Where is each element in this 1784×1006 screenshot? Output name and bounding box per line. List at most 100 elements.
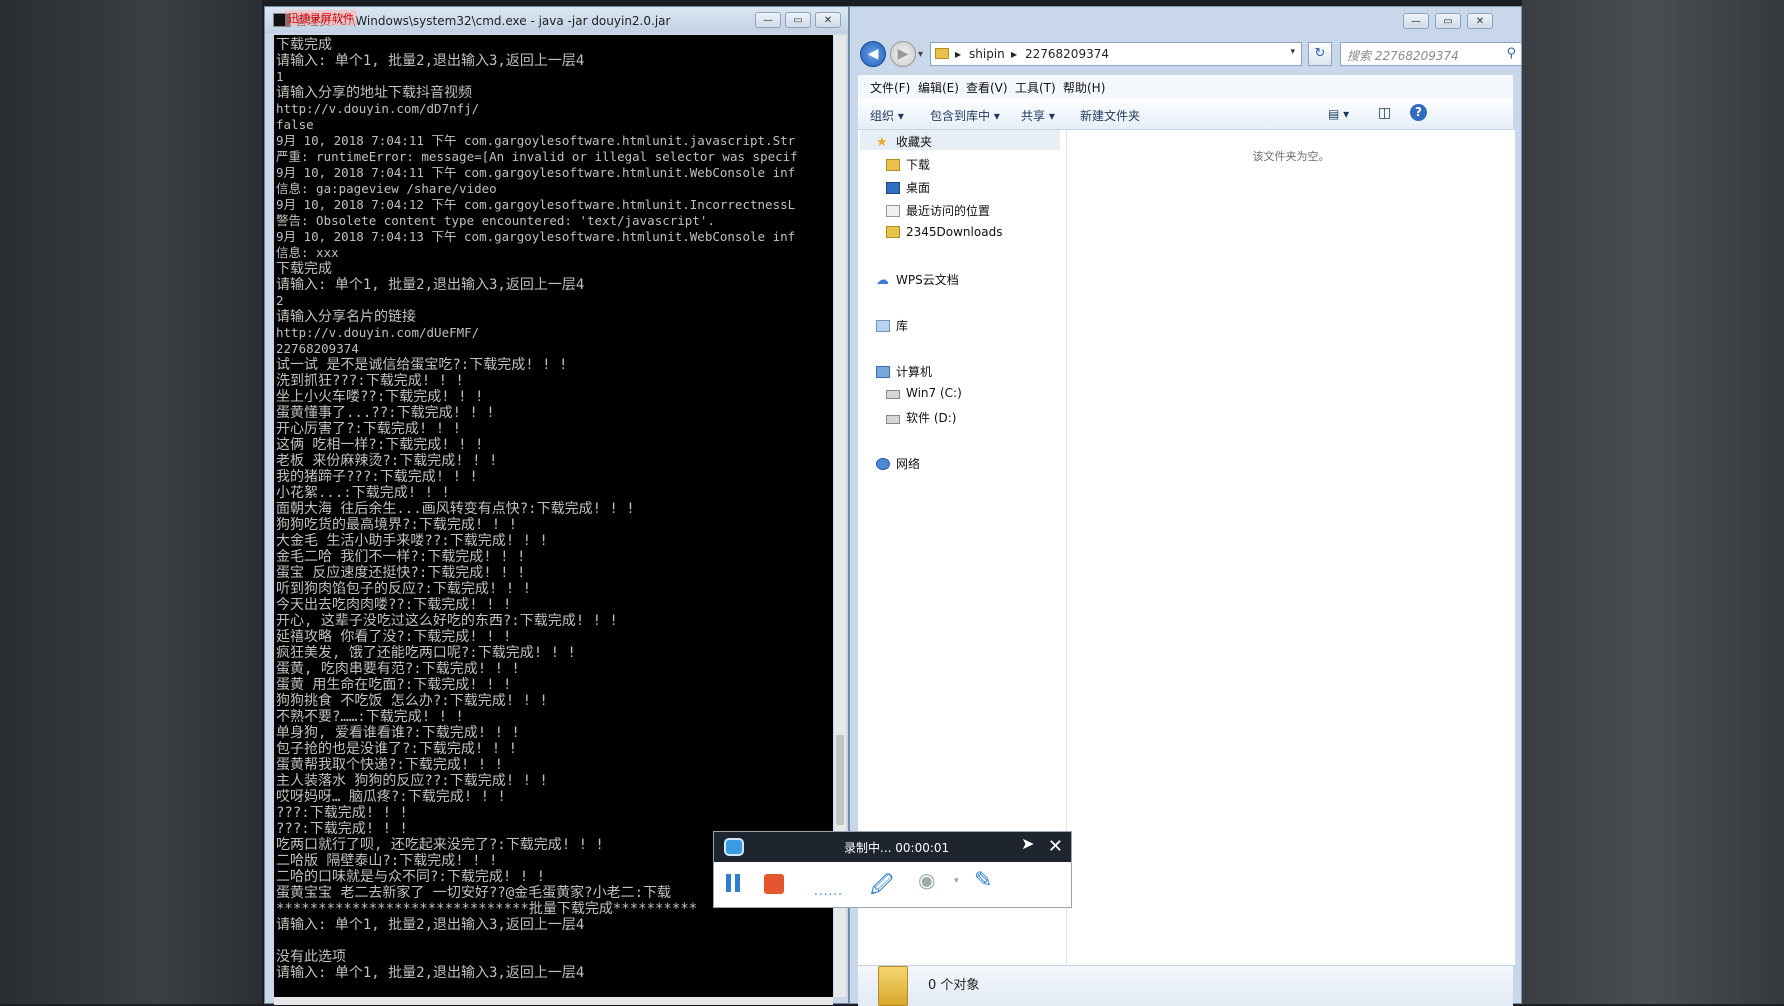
pause-button[interactable] (726, 872, 742, 896)
console-scroll-thumb[interactable] (836, 735, 844, 825)
sidebar-item-drive-d[interactable]: 软件 (D:) (886, 409, 956, 427)
explorer-minimize-button[interactable]: — (1403, 13, 1429, 29)
search-icon[interactable]: ⚲ (1506, 46, 1516, 61)
recorder-close-button[interactable]: ✕ (1048, 836, 1063, 857)
sidebar-item-downloads[interactable]: 下载 (886, 156, 930, 174)
console-line: http://v.douyin.com/dUeFMF/ (276, 325, 480, 340)
organize-button[interactable]: 组织 ▾ (870, 107, 904, 124)
console-line: 这俩 吃相一样?:下载完成! ! ! (276, 437, 484, 453)
mouse-cursor-icon: ➤ (1021, 834, 1035, 853)
breadcrumb-separator[interactable]: ▸ (1011, 47, 1017, 61)
console-line: 老板 来份麻辣烫?:下载完成! ! ! (276, 453, 498, 469)
console-line: 蛋黄 用生命在吃面?:下载完成! ! ! (276, 677, 512, 693)
console-line: 狗狗吃货的最高境界?:下载完成! ! ! (276, 517, 518, 533)
console-line: 蛋黄懂事了...??:下载完成! ! ! (276, 405, 495, 421)
screen-recorder-widget: 录制中... 00:00:01 ➤ ✕ ...... 🖉 ◉ ▾ ✎ (713, 831, 1072, 908)
breadcrumb-current-folder[interactable]: 22768209374 (1025, 47, 1109, 61)
webcam-dropdown-icon[interactable]: ▾ (954, 876, 959, 900)
cloud-icon: ☁ (876, 273, 889, 288)
console-line: 开心厉害了?:下载完成! ! ! (276, 421, 462, 437)
console-line: 小花絮...:下载完成! ! ! (276, 485, 450, 501)
console-line: 开心, 这辈子没吃过这么好吃的东西?:下载完成! ! ! (276, 613, 618, 629)
draw-tool[interactable]: ✎ (974, 868, 992, 893)
desktop-background-left (0, 0, 262, 1004)
recorder-watermark: 迅捷录屏软件 (285, 10, 357, 26)
breadcrumb-shipin[interactable]: shipin (969, 47, 1005, 61)
sidebar-item-2345downloads[interactable]: 2345Downloads (886, 225, 1002, 243)
console-line: 严重: runtimeError: message=[An invalid or… (276, 149, 798, 164)
recording-status: 录制中... 00:00:01 (844, 841, 950, 855)
sidebar-item-network[interactable]: 网络 (876, 455, 920, 473)
new-folder-button[interactable]: 新建文件夹 (1080, 107, 1140, 124)
console-line: 下载完成 (276, 37, 332, 53)
menu-tools[interactable]: 工具(T) (1015, 79, 1056, 96)
stop-button[interactable] (764, 874, 784, 894)
system-drive-icon (886, 390, 900, 399)
help-button[interactable]: ? (1410, 104, 1427, 121)
sidebar-item-wps-cloud[interactable]: ☁ WPS云文档 (876, 271, 959, 289)
console-line: 请输入分享名片的链接 (276, 309, 416, 325)
menu-help[interactable]: 帮助(H) (1063, 79, 1105, 96)
forward-button[interactable]: ▶ (890, 41, 916, 67)
sidebar-item-recent-places[interactable]: 最近访问的位置 (886, 202, 990, 220)
cmd-maximize-button[interactable]: ▭ (785, 12, 811, 28)
include-in-library-button[interactable]: 包含到库中 ▾ (930, 107, 1000, 124)
refresh-button[interactable]: ↻ (1308, 42, 1332, 66)
sidebar-item-favorites[interactable]: ★ 收藏夹 (876, 133, 932, 151)
command-toolbar: 组织 ▾ 包含到库中 ▾ 共享 ▾ 新建文件夹 ▤ ▾ ◫ ? (858, 99, 1513, 130)
sidebar-item-drive-c[interactable]: Win7 (C:) (886, 386, 962, 404)
preview-pane-button[interactable]: ◫ (1378, 105, 1391, 121)
menu-bar: 文件(F) 编辑(E) 查看(V) 工具(T) 帮助(H) (858, 75, 1513, 99)
console-line: 1 (276, 69, 284, 84)
breadcrumb-separator[interactable]: ▸ (955, 47, 961, 61)
empty-folder-message: 该文件夹为空。 (1252, 150, 1330, 163)
console-line: 信息: xxx (276, 245, 339, 260)
console-line: 9月 10, 2018 7:04:11 下午 com.gargoylesoftw… (276, 133, 796, 148)
menu-file[interactable]: 文件(F) (870, 79, 910, 96)
sidebar-item-desktop[interactable]: 桌面 (886, 179, 930, 197)
address-bar[interactable]: ▸ shipin ▸ 22768209374 ▾ (930, 42, 1302, 66)
back-button[interactable]: ◀ (860, 41, 886, 67)
console-line: 9月 10, 2018 7:04:12 下午 com.gargoylesoftw… (276, 197, 796, 212)
explorer-close-button[interactable]: ✕ (1467, 13, 1493, 29)
folder-icon (886, 226, 900, 238)
more-options-dots[interactable]: ...... (814, 884, 843, 908)
cmd-minimize-button[interactable]: — (755, 12, 781, 28)
search-input[interactable]: 搜索 22768209374 ⚲ (1340, 42, 1522, 66)
console-line: 请输入: 单个1, 批量2,退出输入3,返回上一层4 (276, 965, 585, 981)
console-line: 大金毛 生活小助手来喽??:下载完成! ! ! (276, 533, 548, 549)
menu-view[interactable]: 查看(V) (966, 79, 1008, 96)
sidebar-item-computer[interactable]: 计算机 (876, 363, 932, 381)
console-line: 2 (276, 293, 284, 308)
explorer-window-controls: — ▭ ✕ (1403, 13, 1513, 33)
console-line: 延禧攻略 你看了没?:下载完成! ! ! (276, 629, 512, 645)
share-button[interactable]: 共享 ▾ (1021, 107, 1055, 124)
console-line: 没有此选项 (276, 949, 346, 965)
cmd-close-button[interactable]: ✕ (815, 12, 841, 28)
console-line: 我的猪蹄子???:下载完成! ! ! (276, 469, 478, 485)
recent-pages-dropdown[interactable]: ▾ (918, 49, 923, 60)
console-line: 警告: Obsolete content type encountered: '… (276, 213, 715, 228)
sidebar-item-library[interactable]: 库 (876, 317, 908, 335)
network-icon (876, 458, 890, 470)
webcam-icon[interactable]: ◉ (918, 868, 935, 892)
console-line: 请输入分享的地址下载抖音视频 (276, 85, 472, 101)
menu-edit[interactable]: 编辑(E) (918, 79, 959, 96)
console-line: 信息: ga:pageview /share/video (276, 181, 497, 196)
cmd-titlebar[interactable]: 管理员: C:\Windows\system32\cmd.exe - java … (265, 7, 848, 33)
explorer-maximize-button[interactable]: ▭ (1435, 13, 1461, 29)
computer-icon (876, 366, 890, 378)
change-view-button[interactable]: ▤ ▾ (1328, 107, 1349, 121)
console-line: 9月 10, 2018 7:04:11 下午 com.gargoylesoftw… (276, 165, 796, 180)
console-line: 听到狗肉馅包子的反应?:下载完成! ! ! (276, 581, 532, 597)
address-dropdown-icon[interactable]: ▾ (1290, 47, 1295, 57)
recorder-header[interactable]: 录制中... 00:00:01 ➤ ✕ (714, 832, 1071, 862)
console-line: 请输入: 单个1, 批量2,退出输入3,返回上一层4 (276, 277, 585, 293)
console-line: 不熟不要?……:下载完成! ! ! (276, 709, 464, 725)
file-list-pane[interactable]: 该文件夹为空。 (1067, 130, 1515, 965)
folder-icon (935, 48, 949, 59)
drive-icon (886, 415, 900, 424)
highlighter-tool[interactable]: 🖉 (870, 868, 893, 898)
console-line: 下载完成 (276, 261, 332, 277)
console-line: 面朝大海 往后余生...画风转变有点快?:下载完成! ! ! (276, 501, 635, 517)
